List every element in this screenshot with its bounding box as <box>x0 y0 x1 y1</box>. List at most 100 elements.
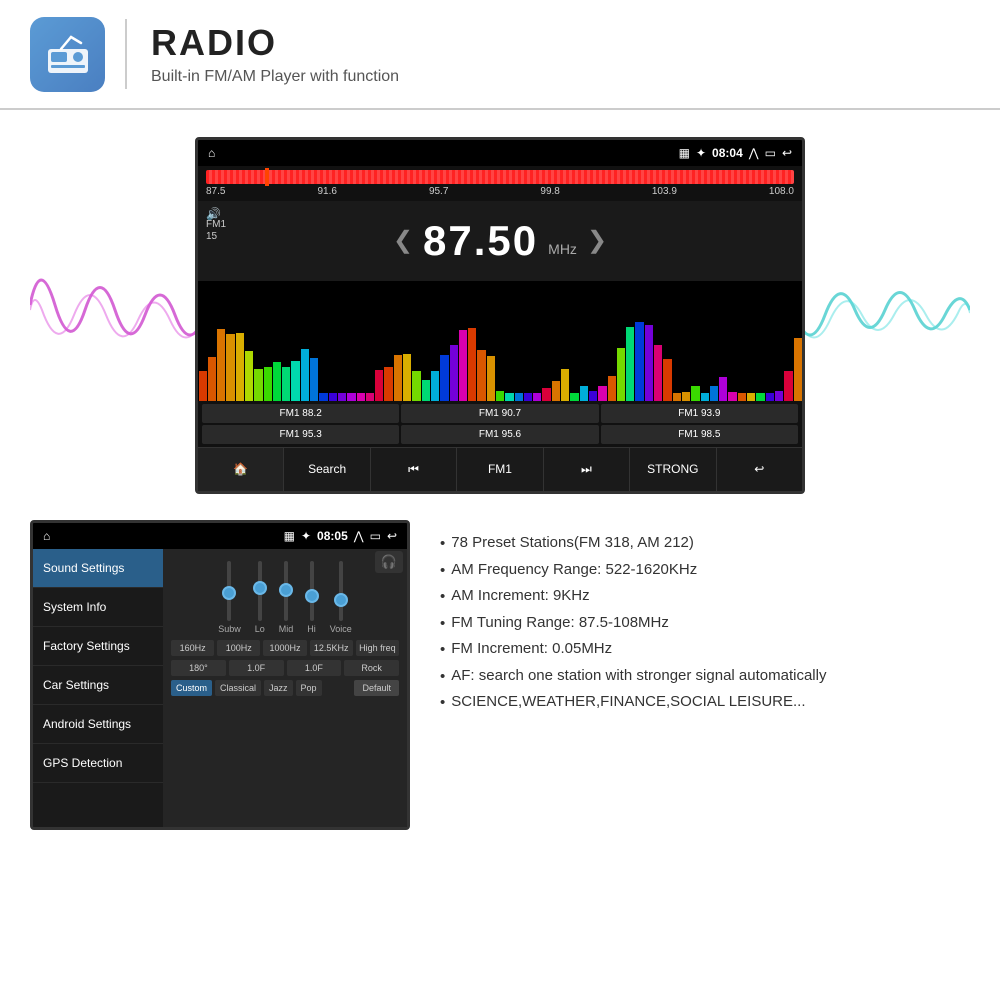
settings-time: 08:05 <box>317 529 348 543</box>
lo-track <box>258 561 262 621</box>
preset-fm1-90[interactable]: FM1 90.7 <box>401 404 598 423</box>
val-180[interactable]: 180° <box>171 660 226 676</box>
home-button[interactable]: 🏠 <box>198 448 284 491</box>
subw-track <box>227 561 231 621</box>
freq-down-arrow[interactable]: ❮ <box>393 226 413 255</box>
preset-stations: FM1 88.2 FM1 90.7 FM1 93.9 FM1 95.3 FM1 … <box>198 401 802 447</box>
hi-label: Hi <box>307 624 316 634</box>
freq-160hz[interactable]: 160Hz <box>171 640 214 656</box>
radio-icon <box>43 29 93 79</box>
equalizer-display <box>198 281 802 401</box>
info-item-3: AM Increment: 9KHz <box>440 583 970 610</box>
voice-thumb[interactable] <box>334 593 348 607</box>
lo-label: Lo <box>255 624 265 634</box>
freq-high[interactable]: High freq <box>356 640 399 656</box>
header-divider <box>125 19 127 89</box>
eq-sliders-row: Subw Lo Mid <box>171 561 399 636</box>
settings-status-right: ▦ ✦ 08:05 ⋀ ▭ ↩ <box>284 529 397 543</box>
page-title: RADIO <box>151 22 399 64</box>
preset-jazz[interactable]: Jazz <box>264 680 293 696</box>
freq-91: 91.6 <box>317 186 336 197</box>
freq-125khz[interactable]: 12.5KHz <box>310 640 353 656</box>
headphone-button[interactable]: 🎧 <box>375 551 403 573</box>
prev-button[interactable]: ⏮ <box>371 448 457 491</box>
strong-button[interactable]: STRONG <box>630 448 716 491</box>
mid-thumb[interactable] <box>279 583 293 597</box>
info-section: 78 Preset Stations(FM 318, AM 212) AM Fr… <box>440 520 970 830</box>
value-buttons-grid: 180° 1.0F 1.0F Rock <box>171 660 399 676</box>
preset-style-row: Custom Classical Jazz Pop Default <box>171 680 399 696</box>
freq-numbers: 87.5 91.6 95.7 99.8 103.9 108.0 <box>206 184 794 199</box>
menu-sound-settings[interactable]: Sound Settings <box>33 549 163 588</box>
back-button[interactable]: ↩ <box>717 448 802 491</box>
freq-display: ❮ 87.50 MHz ❯ <box>393 217 607 265</box>
fm-label: FM1 <box>206 219 226 230</box>
header-text: RADIO Built-in FM/AM Player with functio… <box>151 22 399 86</box>
feature-list: 78 Preset Stations(FM 318, AM 212) AM Fr… <box>440 530 970 716</box>
page-subtitle: Built-in FM/AM Player with function <box>151 68 399 86</box>
info-item-6: AF: search one station with stronger sig… <box>440 663 970 690</box>
mid-label: Mid <box>279 624 294 634</box>
back-icon: ↩ <box>782 146 792 160</box>
menu-android-settings[interactable]: Android Settings <box>33 705 163 744</box>
menu-gps-detection[interactable]: GPS Detection <box>33 744 163 783</box>
radio-control-bar: 🏠 Search ⏮ FM1 ⏭ STRONG ↩ <box>198 447 802 491</box>
voice-label: Voice <box>330 624 352 634</box>
freq-1000hz[interactable]: 1000Hz <box>263 640 306 656</box>
eq-slider-hi: Hi <box>307 561 316 636</box>
status-bar-left: ⌂ <box>208 146 215 160</box>
eq-slider-lo: Lo <box>255 561 265 636</box>
eq-slider-mid: Mid <box>279 561 294 636</box>
settings-status-bar: ⌂ ▦ ✦ 08:05 ⋀ ▭ ↩ <box>33 523 407 549</box>
default-button[interactable]: Default <box>354 680 399 696</box>
freq-buttons-grid: 160Hz 100Hz 1000Hz 12.5KHz High freq <box>171 640 399 656</box>
preset-custom[interactable]: Custom <box>171 680 212 696</box>
menu-factory-settings[interactable]: Factory Settings <box>33 627 163 666</box>
preset-fm1-98[interactable]: FM1 98.5 <box>601 425 798 444</box>
lo-thumb[interactable] <box>253 581 267 595</box>
bluetooth-icon: ✦ <box>696 146 706 160</box>
freq-up-arrow[interactable]: ❯ <box>587 226 607 255</box>
subw-thumb[interactable] <box>222 586 236 600</box>
preset-classical[interactable]: Classical <box>215 680 261 696</box>
settings-home-icon: ⌂ <box>43 529 50 543</box>
val-1f-1[interactable]: 1.0F <box>229 660 284 676</box>
freq-bar <box>206 170 794 184</box>
signal-icon: ▦ <box>679 146 690 160</box>
preset-fm1-93[interactable]: FM1 93.9 <box>601 404 798 423</box>
preset-fm1-95b[interactable]: FM1 95.6 <box>401 425 598 444</box>
freq-marker <box>265 168 269 186</box>
freq-108: 108.0 <box>769 186 794 197</box>
preset-pop[interactable]: Pop <box>296 680 322 696</box>
next-button[interactable]: ⏭ <box>544 448 630 491</box>
settings-menu: Sound Settings System Info Factory Setti… <box>33 549 163 827</box>
menu-car-settings[interactable]: Car Settings <box>33 666 163 705</box>
time-display: 08:04 <box>712 146 743 160</box>
radio-app-icon <box>30 17 105 92</box>
preset-fm1-95a[interactable]: FM1 95.3 <box>202 425 399 444</box>
val-rock[interactable]: Rock <box>344 660 399 676</box>
search-button[interactable]: Search <box>284 448 370 491</box>
info-item-7: SCIENCE,WEATHER,FINANCE,SOCIAL LEISURE..… <box>440 689 970 716</box>
hi-thumb[interactable] <box>305 589 319 603</box>
main-content: ⌂ ▦ ✦ 08:04 ⋀ ▭ ↩ 87.5 91.6 <box>0 110 1000 850</box>
settings-bt: ✦ <box>301 529 311 543</box>
radio-main-display: 🔊 FM1 15 ❮ 87.50 MHz ❯ <box>198 201 802 281</box>
val-1f-2[interactable]: 1.0F <box>287 660 342 676</box>
freq-99: 99.8 <box>540 186 559 197</box>
eq-slider-voice: Voice <box>330 561 352 636</box>
freq-95: 95.7 <box>429 186 448 197</box>
mid-track <box>284 561 288 621</box>
band-button[interactable]: FM1 <box>457 448 543 491</box>
status-bar-right: ▦ ✦ 08:04 ⋀ ▭ ↩ <box>679 146 792 160</box>
info-item-4: FM Tuning Range: 87.5-108MHz <box>440 610 970 637</box>
preset-fm1-88[interactable]: FM1 88.2 <box>202 404 399 423</box>
subw-label: Subw <box>218 624 241 634</box>
home-icon: ⌂ <box>208 146 215 160</box>
freq-100hz[interactable]: 100Hz <box>217 640 260 656</box>
radio-device-screen: ⌂ ▦ ✦ 08:04 ⋀ ▭ ↩ 87.5 91.6 <box>195 137 805 494</box>
vol-number: 15 <box>206 231 217 242</box>
menu-system-info[interactable]: System Info <box>33 588 163 627</box>
radio-screen-section: ⌂ ▦ ✦ 08:04 ⋀ ▭ ↩ 87.5 91.6 <box>30 130 970 500</box>
radio-status-bar: ⌂ ▦ ✦ 08:04 ⋀ ▭ ↩ <box>198 140 802 166</box>
